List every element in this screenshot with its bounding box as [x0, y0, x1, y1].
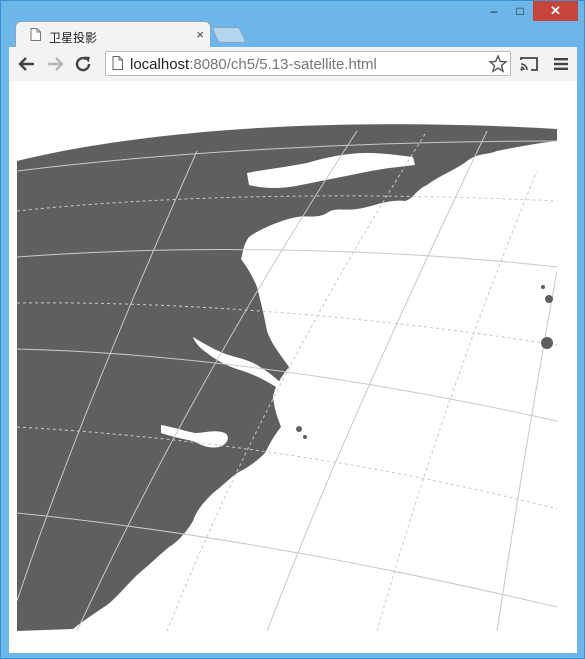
cast-icon [520, 57, 538, 71]
maximize-button[interactable]: □ [507, 1, 533, 21]
address-bar[interactable]: localhost:8080/ch5/5.13-satellite.html [105, 51, 511, 76]
star-icon [488, 54, 508, 73]
page-icon [112, 56, 123, 75]
browser-window: – □ ✕ 卫星投影 × localhost:8080/ch5/5.13-sat… [0, 0, 585, 659]
bookmark-button[interactable] [488, 54, 508, 79]
back-button[interactable] [15, 52, 39, 76]
menu-button[interactable] [549, 52, 573, 76]
page-icon [30, 28, 41, 46]
new-tab-button[interactable] [211, 27, 247, 43]
tab-close-button[interactable]: × [196, 27, 204, 42]
forward-arrow-icon [48, 57, 64, 71]
url-path: :8080/ch5/5.13-satellite.html [189, 56, 377, 73]
islands [296, 285, 553, 439]
satellite-map[interactable] [17, 81, 557, 631]
tab-title: 卫星投影 [49, 30, 98, 45]
cast-button[interactable] [517, 52, 541, 76]
active-tab[interactable]: 卫星投影 × [15, 21, 211, 48]
minimize-button[interactable]: – [481, 1, 507, 21]
page-viewport [9, 81, 577, 653]
land-mass [17, 124, 557, 631]
menu-icon [554, 58, 568, 70]
back-arrow-icon [18, 57, 34, 71]
reload-icon [75, 56, 91, 72]
url-text: localhost:8080/ch5/5.13-satellite.html [130, 56, 377, 73]
tab-strip: 卫星投影 × [9, 19, 569, 48]
toolbar: localhost:8080/ch5/5.13-satellite.html [9, 47, 577, 81]
url-host: localhost [130, 56, 190, 73]
close-window-button[interactable]: ✕ [533, 1, 578, 21]
reload-button[interactable] [71, 52, 95, 76]
forward-button[interactable] [43, 52, 67, 76]
